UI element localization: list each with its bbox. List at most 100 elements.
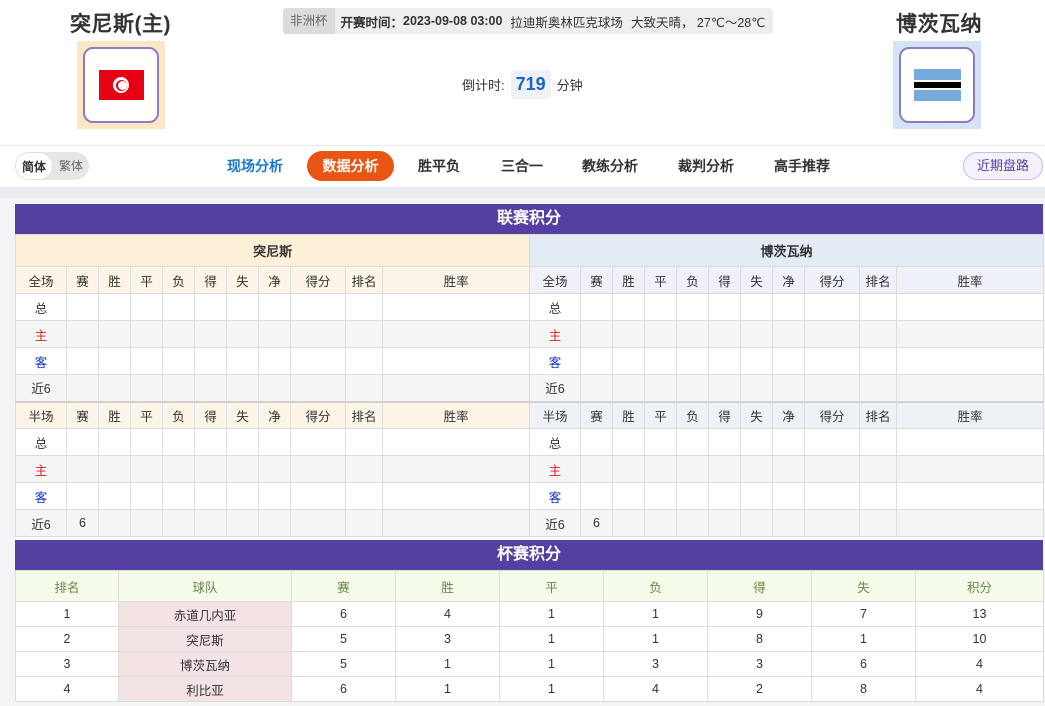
cup-col-goals-for: 得 (707, 570, 812, 602)
col-full: 全场 (15, 266, 67, 294)
language-toggle: 简体 繁体 (15, 152, 90, 180)
col-played: 赛 (66, 400, 99, 429)
weather: 大致天晴， 27℃～28℃ (630, 15, 766, 30)
cup-cell: 13 (915, 601, 1044, 627)
cup-team-link[interactable]: 突尼斯 (118, 626, 292, 652)
col-draw: 平 (644, 400, 677, 429)
col-win: 胜 (612, 266, 645, 294)
row-home: 主 (529, 320, 581, 348)
col-loss: 负 (162, 266, 195, 294)
home-full-recent6-games (66, 374, 99, 402)
col-draw: 平 (130, 400, 163, 429)
away-team-name[interactable]: 博茨瓦纳 (896, 8, 982, 38)
row-away: 客 (529, 482, 581, 510)
home-team-logo[interactable] (77, 41, 165, 129)
cup-cell: 1 (499, 676, 604, 702)
tab-expert-picks[interactable]: 高手推荐 (766, 151, 838, 181)
countdown-unit: 分钟 (556, 78, 583, 93)
col-goals-against: 失 (226, 266, 259, 294)
cup-cell: 1 (15, 601, 119, 627)
away-logo-frame (899, 47, 975, 123)
row-total: 总 (529, 293, 581, 321)
tab-referee-analysis[interactable]: 裁判分析 (670, 151, 742, 181)
cup-cell: 4 (915, 676, 1044, 702)
col-goal-diff: 净 (258, 400, 291, 429)
col-loss: 负 (676, 266, 709, 294)
tab-three-in-one[interactable]: 三合一 (493, 151, 551, 181)
tab-data-analysis[interactable]: 数据分析 (307, 151, 394, 181)
col-half: 半场 (15, 400, 67, 429)
col-rank: 排名 (345, 400, 383, 429)
cup-cell: 1 (499, 626, 604, 652)
cup-cell: 3 (603, 651, 708, 677)
cup-standings: 排名 球队 赛 胜 平 负 得 失 积分 1 赤道几内亚 6 4 1 1 9 7… (15, 570, 1044, 702)
cup-cell: 3 (707, 651, 812, 677)
tunisia-flag-icon (98, 70, 144, 100)
col-goal-diff: 净 (258, 266, 291, 294)
cup-cell: 6 (291, 676, 396, 702)
cup-cell: 4 (15, 676, 119, 702)
kickoff-time: 2023-09-08 03:00 (403, 14, 503, 28)
col-win: 胜 (98, 266, 131, 294)
cup-cell: 1 (603, 601, 708, 627)
row-home: 主 (15, 455, 67, 483)
analysis-nav: 简体 繁体 现场分析 数据分析 胜平负 三合一 教练分析 裁判分析 高手推荐 近… (0, 145, 1045, 187)
col-rank: 排名 (345, 266, 383, 294)
cup-cell: 3 (395, 626, 500, 652)
row-recent6: 近6 (529, 509, 581, 537)
row-away: 客 (15, 347, 67, 375)
cup-cell: 4 (603, 676, 708, 702)
table-row: 3 博茨瓦纳 5 1 1 3 3 6 4 (15, 651, 1044, 677)
row-recent6: 近6 (15, 509, 67, 537)
col-played: 赛 (66, 266, 99, 294)
col-draw: 平 (644, 266, 677, 294)
away-team-logo[interactable] (893, 41, 981, 129)
col-goal-diff: 净 (772, 266, 805, 294)
cup-cell: 10 (915, 626, 1044, 652)
divider-band (0, 187, 1045, 198)
col-goals-for: 得 (194, 400, 227, 429)
cup-cell: 2 (707, 676, 812, 702)
cup-cell: 1 (395, 651, 500, 677)
row-home: 主 (15, 320, 67, 348)
home-team-name[interactable]: 突尼斯(主) (70, 8, 171, 38)
row-recent6: 近6 (15, 374, 67, 402)
cup-cell: 5 (291, 626, 396, 652)
col-goal-diff: 净 (772, 400, 805, 429)
col-played: 赛 (580, 266, 613, 294)
cup-team-link[interactable]: 利比亚 (118, 676, 292, 702)
col-rank: 排名 (859, 400, 897, 429)
cup-col-draw: 平 (499, 570, 604, 602)
league-name[interactable]: 非洲杯 (283, 8, 335, 34)
cup-team-link[interactable]: 博茨瓦纳 (118, 651, 292, 677)
away-standings: 博茨瓦纳 全场 赛 胜 平 负 得 失 净 得分 排名 胜率 总 主 客 近6 … (528, 234, 1045, 540)
away-standings-team: 博茨瓦纳 (528, 234, 1045, 267)
row-total: 总 (15, 428, 67, 456)
cup-cell: 2 (15, 626, 119, 652)
col-points: 得分 (804, 400, 860, 429)
tab-live-analysis[interactable]: 现场分析 (218, 151, 292, 181)
cup-standings-title: 杯赛积分 (15, 540, 1043, 570)
tab-coach-analysis[interactable]: 教练分析 (574, 151, 646, 181)
countdown: 倒计时: 719 分钟 (462, 70, 583, 99)
tab-win-draw-loss[interactable]: 胜平负 (410, 151, 468, 181)
col-win-rate: 胜率 (381, 400, 531, 429)
row-away: 客 (529, 347, 581, 375)
cup-cell: 1 (811, 626, 916, 652)
row-away: 客 (15, 482, 67, 510)
col-goals-against: 失 (740, 266, 773, 294)
col-goals-for: 得 (708, 266, 741, 294)
cup-cell: 7 (811, 601, 916, 627)
cup-cell: 8 (811, 676, 916, 702)
cup-team-link[interactable]: 赤道几内亚 (118, 601, 292, 627)
col-loss: 负 (162, 400, 195, 429)
data-analysis-content: 联赛积分 突尼斯 全场 赛 胜 平 负 得 失 净 得分 排名 胜率 总 主 客… (0, 198, 1045, 706)
cup-col-team: 球队 (118, 570, 292, 602)
home-logo-frame (83, 47, 159, 123)
lang-traditional[interactable]: 繁体 (53, 152, 89, 180)
row-home: 主 (529, 455, 581, 483)
lang-simplified[interactable]: 简体 (15, 152, 54, 180)
recent-trends-button[interactable]: 近期盘路 (963, 152, 1043, 180)
col-win-rate: 胜率 (895, 266, 1045, 294)
home-standings: 突尼斯 全场 赛 胜 平 负 得 失 净 得分 排名 胜率 总 主 客 近6 半… (14, 234, 531, 540)
